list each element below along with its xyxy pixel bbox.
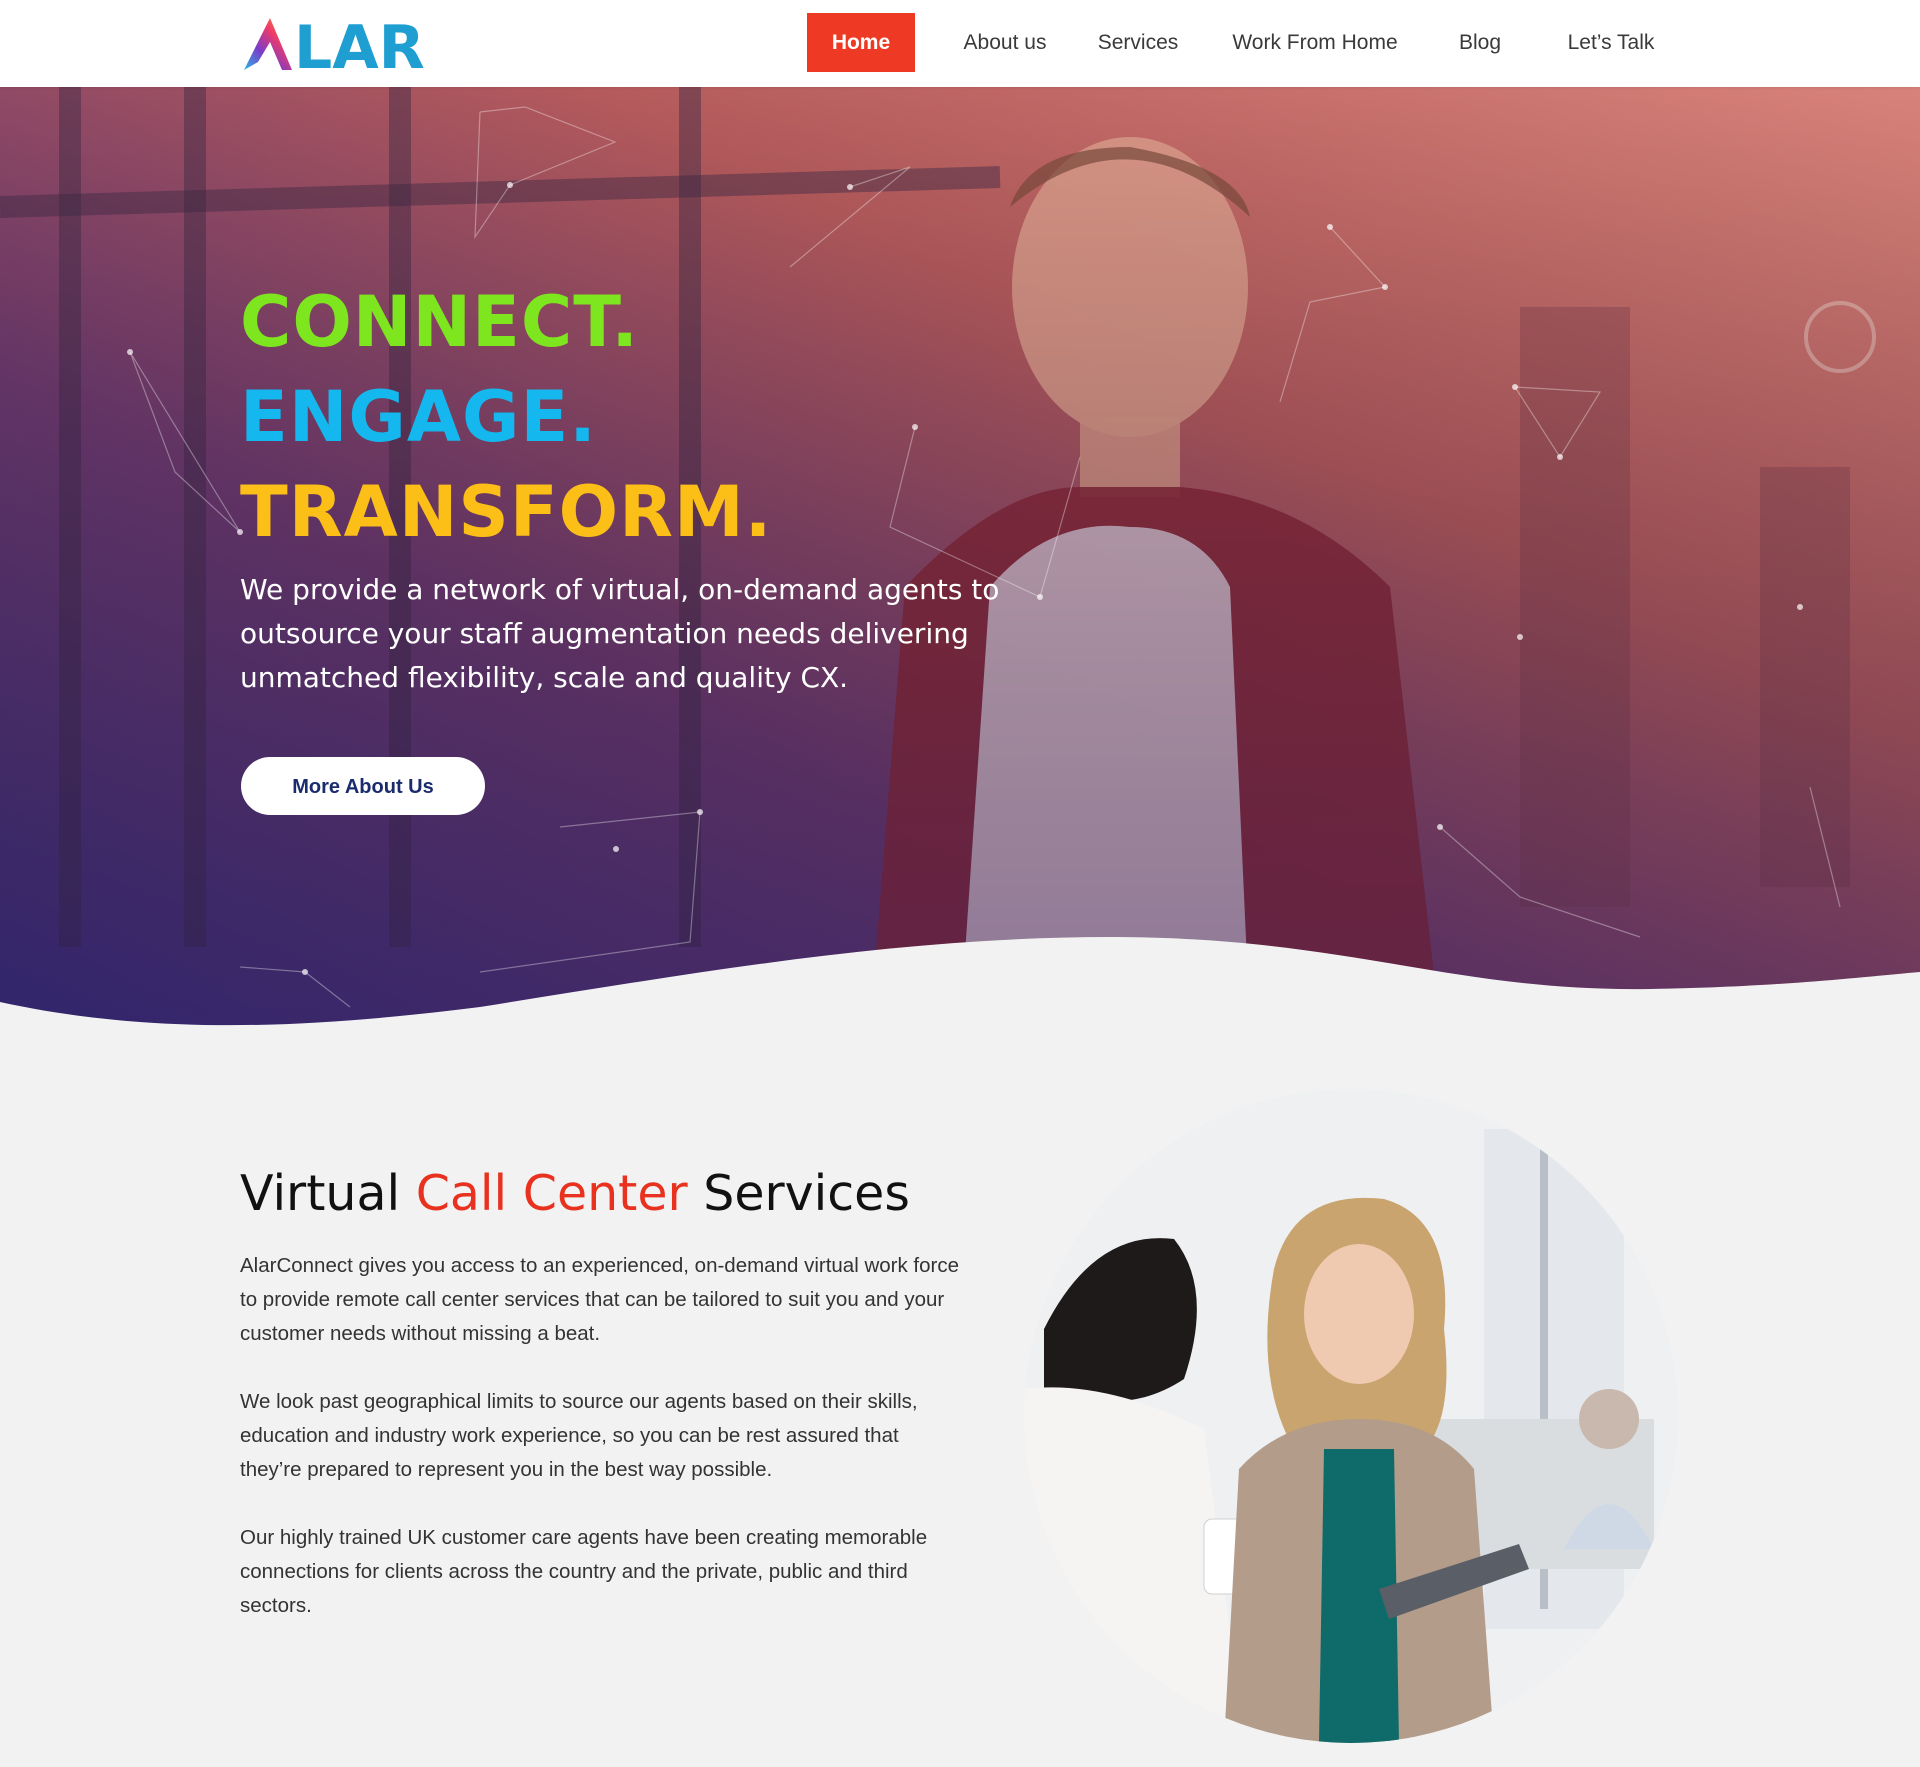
services-heading-accent: Call Center bbox=[415, 1165, 688, 1222]
alar-logo[interactable]: LAR bbox=[240, 12, 460, 74]
services-paragraph: We look past geographical limits to sour… bbox=[240, 1390, 918, 1481]
services-heading: Virtual Call Center Services bbox=[240, 1165, 910, 1222]
services-paragraph: Our highly trained UK customer care agen… bbox=[240, 1526, 928, 1617]
team-meeting-image bbox=[1024, 1089, 1678, 1743]
services-heading-part1: Virtual bbox=[240, 1165, 416, 1222]
alar-logo-icon: LAR bbox=[244, 13, 425, 74]
nav-services[interactable]: Services bbox=[1083, 13, 1193, 72]
svg-text:LAR: LAR bbox=[294, 13, 425, 74]
services-heading-part2: Services bbox=[687, 1165, 910, 1222]
nav-work-from-home[interactable]: Work From Home bbox=[1225, 13, 1405, 72]
site-header: LAR Home About us Services Work From Hom… bbox=[0, 0, 1920, 87]
hero-line-connect: CONNECT. bbox=[240, 281, 639, 363]
services-body: AlarConnect gives you access to an exper… bbox=[240, 1249, 960, 1657]
hero-section: CONNECT. ENGAGE. TRANSFORM. We provide a… bbox=[0, 87, 1920, 1027]
nav-about-us[interactable]: About us bbox=[945, 13, 1065, 72]
hero-title: CONNECT. ENGAGE. TRANSFORM. bbox=[240, 275, 772, 560]
hero-line-engage: ENGAGE. bbox=[240, 376, 597, 458]
nav-blog[interactable]: Blog bbox=[1450, 13, 1510, 72]
services-paragraph: AlarConnect gives you access to an exper… bbox=[240, 1254, 960, 1345]
hero-subtitle: We provide a network of virtual, on-dema… bbox=[240, 573, 1000, 694]
hero-line-transform: TRANSFORM. bbox=[240, 471, 773, 553]
nav-home[interactable]: Home bbox=[807, 13, 915, 72]
more-about-us-button[interactable]: More About Us bbox=[241, 757, 485, 815]
nav-lets-talk[interactable]: Let’s Talk bbox=[1556, 13, 1666, 72]
